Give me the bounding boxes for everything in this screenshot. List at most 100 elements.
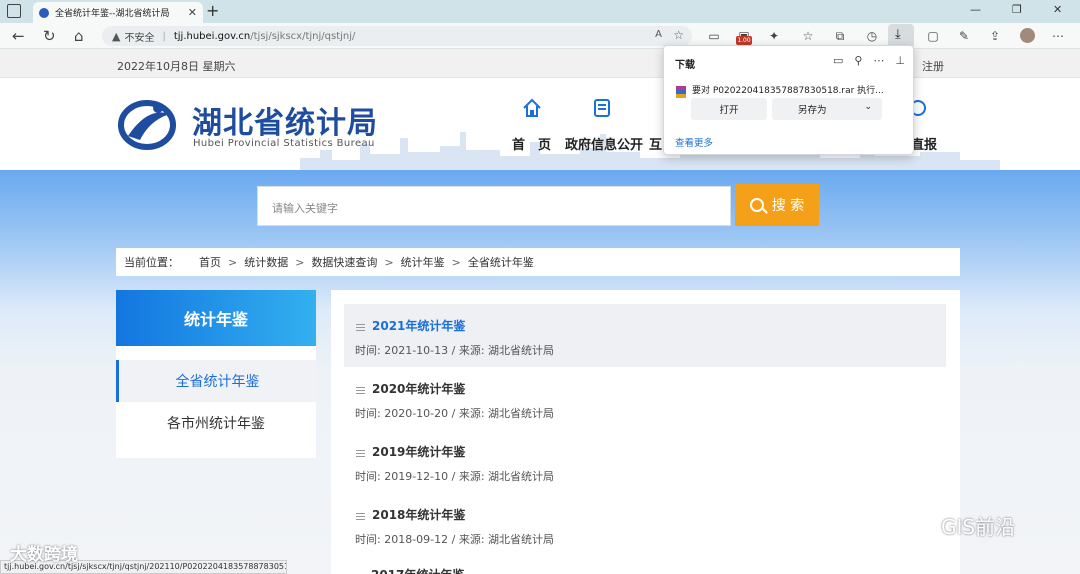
see-more-link[interactable]: 查看更多 [675, 135, 713, 149]
insecure-label: 不安全 [124, 32, 155, 44]
list-bullet-icon [356, 324, 365, 331]
site-logo-subtitle: Hubei Provincial Statistics Bureau [193, 138, 375, 149]
breadcrumb-separator: > [451, 255, 461, 269]
list-item-meta: 时间: 2018-09-12 / 来源: 湖北省统计局 [355, 533, 555, 546]
site-logo-title[interactable]: 湖北省统计局 [192, 98, 378, 142]
watermark-right: GIS前沿 [903, 511, 1015, 540]
list-item-title-partial[interactable]: 2017年统计年鉴 [371, 566, 464, 574]
collections-icon[interactable]: ⧉ [832, 28, 848, 44]
sidebar: 统计年鉴 全省统计年鉴 各市州统计年鉴 [116, 290, 316, 458]
breadcrumb-quick-query[interactable]: 数据快速查询 [311, 254, 377, 270]
current-date: 2022年10月8日 星期六 [117, 60, 236, 73]
url-host: tjj.hubei.gov.cn [173, 30, 251, 42]
breadcrumb-label: 当前位置： [124, 256, 179, 269]
favorite-star-icon[interactable]: ☆ [673, 28, 684, 42]
more-options-icon[interactable]: ⋯ [873, 54, 884, 67]
sidebar-item-provincial-yearbook[interactable]: 全省统计年鉴 [116, 360, 316, 402]
nav-direct-report[interactable]: 直报 [911, 134, 937, 153]
wechat-icon [904, 515, 936, 536]
tab-title: 全省统计年鉴--湖北省统计局 [55, 9, 170, 19]
search-downloads-icon[interactable]: ⚲ [854, 54, 862, 67]
list-item[interactable]: 2018年统计年鉴 时间: 2018-09-12 / 来源: 湖北省统计局 [344, 493, 946, 556]
list-item[interactable]: 2021年统计年鉴 时间: 2021-10-13 / 来源: 湖北省统计局 [344, 304, 946, 367]
list-item-title[interactable]: 2019年统计年鉴 [372, 443, 465, 460]
site-top-strip: 2022年10月8日 星期六 注册 [0, 50, 1080, 78]
breadcrumb-home[interactable]: 首页 [199, 254, 221, 270]
list-bullet-icon [356, 387, 365, 394]
breadcrumb-separator: > [228, 255, 238, 269]
puzzle-icon[interactable]: ✦ [766, 28, 782, 44]
save-as-button[interactable]: 另存为 ⌄ [772, 98, 882, 120]
downloads-title: 下载 [675, 60, 695, 71]
favorites-icon[interactable]: ☆ [800, 28, 816, 44]
address-separator: | [162, 30, 166, 42]
search-button-label: 搜 索 [771, 198, 805, 214]
site-favicon-icon [39, 7, 49, 18]
list-bullet-icon [356, 513, 365, 520]
new-tab-icon[interactable]: + [206, 1, 219, 20]
breadcrumb-separator: > [295, 255, 305, 269]
list-item-meta: 时间: 2020-10-20 / 来源: 湖北省统计局 [355, 407, 555, 420]
open-folder-icon[interactable]: ▭ [833, 54, 843, 67]
sidebar-item-city-yearbook[interactable]: 各市州统计年鉴 [116, 402, 316, 444]
nav-home[interactable]: 首 页 [512, 134, 551, 153]
more-menu-icon[interactable]: ⋯ [1050, 28, 1066, 44]
list-bullet-icon [356, 450, 365, 457]
breadcrumb-separator: > [384, 255, 394, 269]
extension-badge: 1.00 [736, 36, 752, 45]
tab-actions-icon[interactable] [7, 4, 21, 18]
sidebar-title: 统计年鉴 [116, 290, 316, 346]
breadcrumb-stat-data[interactable]: 统计数据 [244, 254, 288, 270]
bureau-logo-icon [118, 100, 176, 150]
browser-tab-bar: 全省统计年鉴--湖北省统计局 ✕ + — ❐ ✕ [0, 0, 1080, 23]
close-tab-icon[interactable]: ✕ [188, 6, 197, 19]
profile-avatar[interactable] [1020, 28, 1035, 43]
register-link[interactable]: 注册 [922, 58, 944, 74]
back-icon[interactable]: ← [12, 27, 25, 45]
history-icon[interactable]: ◷ [864, 28, 880, 44]
downloads-header-actions: ▭ ⚲ ⋯ ⊥ [833, 54, 905, 67]
warning-icon: ▲ [112, 29, 121, 43]
breadcrumb: 当前位置： 首页 > 统计数据 > 数据快速查询 > 统计年鉴 > 全省统计年鉴 [116, 248, 960, 276]
save-as-label: 另存为 [798, 105, 827, 116]
open-button[interactable]: 打开 [691, 98, 767, 120]
url-path: /tjsj/sjkscx/tjnj/qstjnj/ [250, 30, 356, 42]
breadcrumb-provincial-yearbook[interactable]: 全省统计年鉴 [468, 254, 534, 270]
screenshot-icon[interactable]: ▢ [925, 28, 941, 44]
search-icon [749, 198, 764, 212]
downloads-panel: 下载 ▭ ⚲ ⋯ ⊥ 要对 P020220418357887830518.rar… [663, 45, 914, 155]
list-item[interactable]: 2020年统计年鉴 时间: 2020-10-20 / 来源: 湖北省统计局 [344, 367, 946, 430]
list-item-title[interactable]: 2021年统计年鉴 [372, 317, 465, 334]
watermark-right-text: GIS前沿 [941, 515, 1016, 539]
list-item[interactable]: 2019年统计年鉴 时间: 2019-12-10 / 来源: 湖北省统计局 [344, 430, 946, 493]
pin-icon[interactable]: ⊥ [895, 54, 905, 67]
home-icon [523, 98, 541, 117]
edit-icon[interactable]: ✎ [956, 28, 972, 44]
browser-toolbar: ← ↻ ⌂ ▲ 不安全 | tjj.hubei.gov.cn /tjsj/sjk… [0, 23, 1080, 49]
minimize-icon[interactable]: — [970, 3, 981, 16]
list-item-title[interactable]: 2018年统计年鉴 [372, 506, 465, 523]
download-file-prompt: 要对 P020220418357887830518.rar 执行... [692, 86, 884, 96]
rar-file-icon [676, 86, 686, 98]
reading-view-icon[interactable]: ▭ [706, 28, 722, 44]
home-browser-icon[interactable]: ⌂ [74, 27, 84, 45]
document-icon [594, 99, 610, 117]
read-aloud-icon[interactable]: A [655, 29, 662, 40]
list-item-meta: 时间: 2021-10-13 / 来源: 湖北省统计局 [355, 344, 555, 357]
download-icon: ⤓ [895, 27, 901, 42]
close-window-icon[interactable]: ✕ [1053, 3, 1062, 16]
nav-interaction[interactable]: 互 [649, 134, 662, 153]
breadcrumb-yearbook[interactable]: 统计年鉴 [401, 254, 445, 270]
search-button[interactable]: 搜 索 [735, 184, 819, 226]
address-bar[interactable]: ▲ 不安全 | tjj.hubei.gov.cn /tjsj/sjkscx/tj… [102, 26, 692, 46]
list-item-meta: 时间: 2019-12-10 / 来源: 湖北省统计局 [355, 470, 555, 483]
list-item-title[interactable]: 2020年统计年鉴 [372, 380, 465, 397]
watermark-left: 大数跨境 [10, 545, 78, 565]
nav-gov-info[interactable]: 政府信息公开 [565, 134, 643, 153]
share-icon[interactable]: ⇪ [987, 28, 1003, 44]
refresh-icon[interactable]: ↻ [43, 27, 56, 45]
search-input[interactable]: 请输入关键字 [257, 186, 731, 226]
browser-tab[interactable]: 全省统计年鉴--湖北省统计局 ✕ [33, 2, 203, 23]
site-header: 湖北省统计局 Hubei Provincial Statistics Burea… [0, 78, 1080, 170]
maximize-icon[interactable]: ❐ [1012, 3, 1022, 16]
